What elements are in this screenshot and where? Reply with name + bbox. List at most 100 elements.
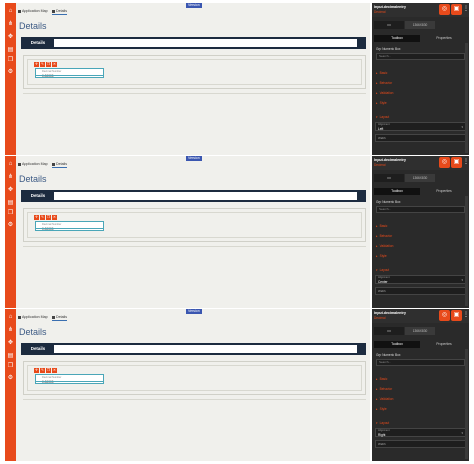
copy-icon[interactable]: ❐ — [7, 210, 14, 216]
details-header-bar[interactable]: Details — [21, 37, 366, 49]
puzzle-icon[interactable]: ✥ — [7, 340, 14, 346]
more-icon[interactable]: ⋮ — [463, 5, 469, 12]
delete-icon[interactable]: ✕ — [52, 62, 57, 67]
group-layout[interactable]: ▾ Layout — [376, 268, 389, 272]
monitor-icon[interactable]: ▭ — [374, 21, 404, 29]
alignment-select[interactable]: Alignment Right ▾ — [375, 428, 466, 437]
more-icon[interactable]: ⋮ — [463, 311, 469, 318]
resolution-select[interactable]: 1366X830 — [405, 327, 435, 335]
move-icon[interactable]: ✛ — [34, 62, 39, 67]
layout-cell[interactable]: ✛ ✎ ❐ ✕ Decimal Number 0.00000 — [27, 365, 362, 391]
group-validation[interactable]: ▸ Validation — [376, 397, 393, 401]
breadcrumb-home[interactable]: Application Map — [18, 9, 48, 13]
layers-icon[interactable]: ▤ — [7, 353, 14, 359]
properties-search-input[interactable]: Search... — [376, 53, 465, 60]
breadcrumb-tab-details[interactable]: Details — [52, 315, 67, 321]
move-icon[interactable]: ✛ — [34, 368, 39, 373]
home-icon[interactable]: ⌂ — [7, 314, 14, 320]
hierarchy-icon[interactable]: ⋔ — [7, 327, 14, 333]
version-badge[interactable]: Version — [186, 309, 202, 314]
tab-toolbox[interactable]: Toolbox — [374, 341, 420, 348]
home-icon[interactable]: ⌂ — [7, 8, 14, 14]
group-style[interactable]: ▸ Style — [376, 101, 387, 105]
decimal-input[interactable]: Decimal Number 0.00000 — [35, 68, 104, 78]
more-icon[interactable]: ⋮ — [463, 158, 469, 165]
monitor-icon[interactable]: ▭ — [374, 174, 404, 182]
copy-icon[interactable]: ❐ — [46, 368, 51, 373]
target-icon[interactable]: ◎ — [439, 310, 450, 321]
layers-icon[interactable]: ▤ — [7, 47, 14, 53]
copy-icon[interactable]: ❐ — [46, 215, 51, 220]
edit-icon[interactable]: ✎ — [40, 215, 45, 220]
breadcrumb-tab-details[interactable]: Details — [52, 9, 67, 15]
tab-toolbox[interactable]: Toolbox — [374, 188, 420, 195]
save-icon[interactable]: ▣ — [451, 310, 462, 321]
resolution-select[interactable]: 1366X830 — [405, 21, 435, 29]
home-icon[interactable]: ⌂ — [7, 161, 14, 167]
group-behavior[interactable]: ▸ Behavior — [376, 387, 392, 391]
breadcrumb-home[interactable]: Application Map — [18, 315, 48, 319]
group-layout[interactable]: ▾ Layout — [376, 115, 389, 119]
delete-icon[interactable]: ✕ — [52, 368, 57, 373]
tab-properties[interactable]: Properties — [421, 35, 467, 42]
layers-icon[interactable]: ▤ — [7, 200, 14, 206]
tab-properties[interactable]: Properties — [421, 188, 467, 195]
copy-icon[interactable]: ❐ — [46, 62, 51, 67]
group-style[interactable]: ▸ Style — [376, 254, 387, 258]
decimal-field[interactable]: ✛ ✎ ❐ ✕ Decimal Number 0.00000 — [34, 215, 104, 233]
settings-icon[interactable]: ⚙ — [7, 222, 14, 228]
properties-scrollbar[interactable] — [465, 196, 468, 306]
tab-properties[interactable]: Properties — [421, 341, 467, 348]
group-style[interactable]: ▸ Style — [376, 407, 387, 411]
group-behavior[interactable]: ▸ Behavior — [376, 234, 392, 238]
layout-cell[interactable]: ✛ ✎ ❐ ✕ Decimal Number 0.00000 — [27, 59, 362, 85]
copy-icon[interactable]: ❐ — [7, 363, 14, 369]
details-header-bar[interactable]: Details — [21, 343, 366, 355]
layout-container[interactable]: ✛ ✎ ❐ ✕ Decimal Number 0.00000 — [23, 361, 366, 395]
delete-icon[interactable]: ✕ — [52, 215, 57, 220]
copy-icon[interactable]: ❐ — [7, 57, 14, 63]
layout-cell[interactable]: ✛ ✎ ❐ ✕ Decimal Number 0.00000 — [27, 212, 362, 238]
group-validation[interactable]: ▸ Validation — [376, 91, 393, 95]
version-badge[interactable]: Version — [186, 3, 202, 8]
alignment-select[interactable]: Alignment Left ▾ — [375, 122, 466, 131]
target-icon[interactable]: ◎ — [439, 157, 450, 168]
group-validation[interactable]: ▸ Validation — [376, 244, 393, 248]
version-badge[interactable]: Version — [186, 156, 202, 161]
save-icon[interactable]: ▣ — [451, 157, 462, 168]
width-input[interactable]: Width — [375, 134, 466, 142]
decimal-input[interactable]: Decimal Number 0.00000 — [35, 221, 104, 231]
puzzle-icon[interactable]: ✥ — [7, 34, 14, 40]
move-icon[interactable]: ✛ — [34, 215, 39, 220]
layout-container[interactable]: ✛ ✎ ❐ ✕ Decimal Number 0.00000 — [23, 208, 366, 242]
edit-icon[interactable]: ✎ — [40, 368, 45, 373]
breadcrumb-tab-details[interactable]: Details — [52, 162, 67, 168]
group-layout[interactable]: ▾ Layout — [376, 421, 389, 425]
group-basic[interactable]: ▸ Basic — [376, 377, 387, 381]
decimal-field[interactable]: ✛ ✎ ❐ ✕ Decimal Number 0.00000 — [34, 368, 104, 386]
properties-search-input[interactable]: Search... — [376, 206, 465, 213]
edit-icon[interactable]: ✎ — [40, 62, 45, 67]
hierarchy-icon[interactable]: ⋔ — [7, 174, 14, 180]
details-header-bar[interactable]: Details — [21, 190, 366, 202]
properties-search-input[interactable]: Search... — [376, 359, 465, 366]
width-input[interactable]: Width — [375, 287, 466, 295]
resolution-select[interactable]: 1366X830 — [405, 174, 435, 182]
tab-toolbox[interactable]: Toolbox — [374, 35, 420, 42]
width-input[interactable]: Width — [375, 440, 466, 448]
group-behavior[interactable]: ▸ Behavior — [376, 81, 392, 85]
breadcrumb-home[interactable]: Application Map — [18, 162, 48, 166]
properties-scrollbar[interactable] — [465, 43, 468, 153]
hierarchy-icon[interactable]: ⋔ — [7, 21, 14, 27]
decimal-field[interactable]: ✛ ✎ ❐ ✕ Decimal Number 0.00000 — [34, 62, 104, 80]
properties-scrollbar[interactable] — [465, 349, 468, 459]
decimal-input[interactable]: Decimal Number 0.00000 — [35, 374, 104, 384]
target-icon[interactable]: ◎ — [439, 4, 450, 15]
group-basic[interactable]: ▸ Basic — [376, 71, 387, 75]
settings-icon[interactable]: ⚙ — [7, 69, 14, 75]
settings-icon[interactable]: ⚙ — [7, 375, 14, 381]
monitor-icon[interactable]: ▭ — [374, 327, 404, 335]
puzzle-icon[interactable]: ✥ — [7, 187, 14, 193]
save-icon[interactable]: ▣ — [451, 4, 462, 15]
group-basic[interactable]: ▸ Basic — [376, 224, 387, 228]
